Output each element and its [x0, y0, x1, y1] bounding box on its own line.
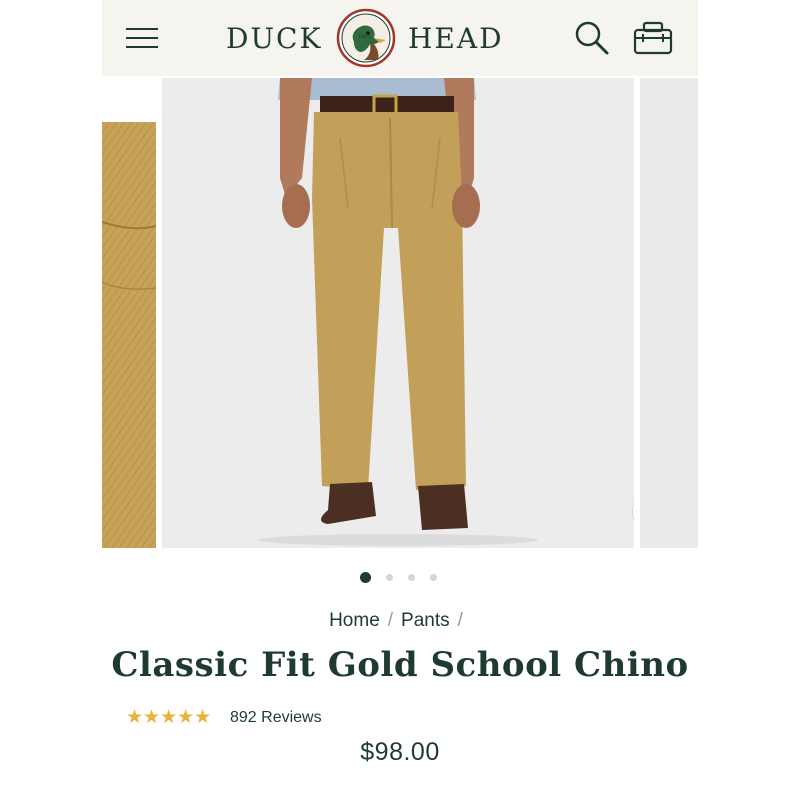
product-title: Classic Fit Gold School Chino	[111, 645, 689, 685]
breadcrumb-pants[interactable]: Pants	[401, 610, 450, 631]
pagination-dot-4[interactable]	[430, 574, 437, 581]
product-rating[interactable]: ★★★★★ 892 Reviews	[126, 706, 386, 730]
menu-button[interactable]	[126, 24, 160, 52]
chino-pants-photo	[162, 78, 634, 548]
search-button[interactable]	[574, 20, 610, 56]
next-slide-image[interactable]	[640, 78, 698, 548]
shopping-bag-icon	[633, 21, 673, 55]
duck-badge-icon: 1865	[336, 8, 396, 68]
pagination-dot-2[interactable]	[386, 574, 393, 581]
previous-slide-image[interactable]	[102, 122, 156, 548]
gallery-pagination	[360, 572, 450, 584]
hamburger-menu-icon	[126, 28, 158, 30]
main-product-image[interactable]	[162, 78, 634, 548]
breadcrumb-home[interactable]: Home	[329, 610, 380, 631]
breadcrumb: Home / Pants /	[102, 610, 698, 632]
badge-year: 1865	[358, 34, 371, 40]
search-icon	[575, 21, 609, 55]
breadcrumb-separator: /	[387, 610, 394, 631]
product-price: $98.00	[360, 738, 440, 766]
cart-button[interactable]	[632, 20, 674, 56]
site-header: DUCK 1865 HEAD	[102, 0, 698, 76]
fabric-closeup-image	[102, 122, 156, 548]
brand-word-right: HEAD	[408, 22, 504, 55]
product-gallery[interactable]	[102, 78, 698, 548]
breadcrumb-separator: /	[457, 610, 463, 631]
pagination-dot-3[interactable]	[408, 574, 415, 581]
brand-word-left: DUCK	[226, 22, 323, 55]
brand-logo[interactable]: DUCK 1865 HEAD	[226, 8, 506, 68]
star-rating-icon: ★★★★★	[126, 707, 212, 728]
pagination-dot-1[interactable]	[360, 572, 371, 583]
reviews-link[interactable]: 892 Reviews	[230, 709, 322, 727]
product-page: DUCK 1865 HEAD Home / Pants / Classic Fi…	[102, 0, 698, 800]
